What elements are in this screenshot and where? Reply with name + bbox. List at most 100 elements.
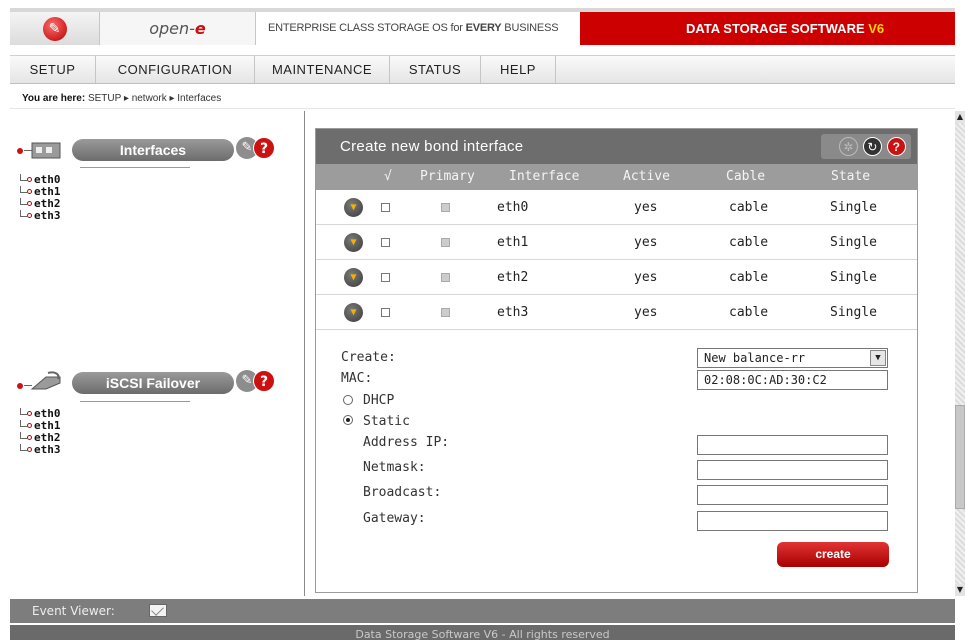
expand-arrow-icon[interactable]: ▼ xyxy=(344,233,363,252)
mac-field[interactable]: 02:08:0C:AD:30:C2 xyxy=(697,370,888,390)
tagline-part: BUSINESS xyxy=(501,22,559,34)
create-select-value: New balance-rr xyxy=(704,351,806,365)
column-header-check: √ xyxy=(384,169,392,184)
tree-item-eth3[interactable]: eth3 xyxy=(18,444,61,456)
cell-active: yes xyxy=(634,235,658,250)
bond-checkbox[interactable] xyxy=(381,203,390,212)
iscsi-failover-icon xyxy=(17,371,61,390)
gateway-field[interactable] xyxy=(697,511,888,531)
event-viewer-label: Event Viewer: xyxy=(32,604,115,618)
page-scrollbar[interactable]: ▲ ▼ xyxy=(955,111,965,596)
breadcrumb-path[interactable]: SETUP ▸ network ▸ Interfaces xyxy=(88,93,221,104)
bond-checkbox[interactable] xyxy=(381,273,390,282)
mac-label: MAC: xyxy=(341,371,373,386)
scroll-up-icon[interactable]: ▲ xyxy=(955,111,965,123)
cell-state: Single xyxy=(830,235,877,250)
cell-cable: cable xyxy=(729,200,769,215)
static-label: Static xyxy=(363,414,410,429)
primary-checkbox[interactable] xyxy=(441,238,450,247)
table-row: ▼ eth1 yes cable Single xyxy=(316,225,917,260)
cell-active: yes xyxy=(634,200,658,215)
help-icon[interactable]: ? xyxy=(253,370,275,392)
gateway-label: Gateway: xyxy=(363,511,426,526)
broadcast-field[interactable] xyxy=(697,485,888,505)
interfaces-tree: eth0 eth1 eth2 eth3 xyxy=(18,174,61,222)
tree-item-label: eth3 xyxy=(34,209,61,222)
create-label: Create: xyxy=(341,350,396,365)
cell-interface: eth0 xyxy=(497,200,529,215)
top-header: ✎ open-e ENTERPRISE CLASS STORAGE OS for… xyxy=(10,8,955,45)
mail-icon[interactable] xyxy=(149,604,167,617)
table-row: ▼ eth2 yes cable Single xyxy=(316,260,917,295)
column-header-primary: Primary xyxy=(420,169,475,184)
bond-form-panel: Create new bond interface ✲ ↻ ? √ Primar… xyxy=(315,128,918,593)
netmask-field[interactable] xyxy=(697,460,888,480)
refresh-icon[interactable]: ↻ xyxy=(863,137,882,156)
logo-cell: ✎ xyxy=(10,12,100,45)
footer: Data Storage Software V6 - All rights re… xyxy=(10,625,955,640)
expand-arrow-icon[interactable]: ▼ xyxy=(344,198,363,217)
primary-checkbox[interactable] xyxy=(441,273,450,282)
cell-cable: cable xyxy=(729,270,769,285)
menu-configuration[interactable]: CONFIGURATION xyxy=(96,56,255,83)
dhcp-label: DHCP xyxy=(363,393,395,408)
interfaces-panel-title[interactable]: Interfaces xyxy=(72,139,234,161)
expand-arrow-icon[interactable]: ▼ xyxy=(344,303,363,322)
interfaces-panel-header: Interfaces ✎ ? xyxy=(10,134,304,164)
tree-item-eth3[interactable]: eth3 xyxy=(18,210,61,222)
panel-title: Create new bond interface xyxy=(340,138,524,155)
address-ip-field[interactable] xyxy=(697,435,888,455)
settings-icon[interactable]: ✲ xyxy=(839,137,858,156)
help-icon[interactable]: ? xyxy=(253,137,275,159)
broadcast-label: Broadcast: xyxy=(363,485,442,500)
cell-interface: eth3 xyxy=(497,305,529,320)
address-ip-label: Address IP: xyxy=(363,435,450,450)
menu-maintenance[interactable]: MAINTENANCE xyxy=(255,56,390,83)
tagline-emphasis: EVERY xyxy=(465,22,502,34)
version-label: V6 xyxy=(868,21,885,36)
app-window: ✎ open-e ENTERPRISE CLASS STORAGE OS for… xyxy=(0,0,965,640)
cell-cable: cable xyxy=(729,235,769,250)
create-button[interactable]: create xyxy=(777,542,889,567)
scroll-thumb[interactable] xyxy=(955,405,965,509)
tagline-part: ENTERPRISE CLASS STORAGE OS for xyxy=(268,22,466,34)
table-row: ▼ eth3 yes cable Single xyxy=(316,295,917,330)
menu-setup[interactable]: SETUP xyxy=(10,56,96,83)
create-select[interactable]: New balance-rr ▼ xyxy=(697,348,888,368)
main-menu: SETUP CONFIGURATION MAINTENANCE STATUS H… xyxy=(10,55,955,84)
column-header-cable: Cable xyxy=(726,169,766,184)
iscsi-panel-title[interactable]: iSCSI Failover xyxy=(72,372,234,394)
chevron-down-icon[interactable]: ▼ xyxy=(870,350,886,366)
menu-status[interactable]: STATUS xyxy=(390,56,481,83)
brand-prefix: open- xyxy=(149,19,195,38)
column-header-active: Active xyxy=(623,169,670,184)
cell-state: Single xyxy=(830,200,877,215)
cell-state: Single xyxy=(830,305,877,320)
help-icon[interactable]: ? xyxy=(887,137,906,156)
table-row: ▼ eth0 yes cable Single xyxy=(316,190,917,225)
bond-checkbox[interactable] xyxy=(381,308,390,317)
menu-help[interactable]: HELP xyxy=(481,56,556,83)
cell-interface: eth2 xyxy=(497,270,529,285)
panel-buttons: ✎ ? xyxy=(236,137,276,163)
divider xyxy=(80,401,190,402)
tagline: ENTERPRISE CLASS STORAGE OS for EVERY BU… xyxy=(256,12,580,45)
primary-checkbox[interactable] xyxy=(441,308,450,317)
cell-interface: eth1 xyxy=(497,235,529,250)
network-card-icon xyxy=(17,142,61,159)
left-panel: Interfaces ✎ ? eth0 eth1 eth2 eth3 iSCSI… xyxy=(10,111,305,596)
event-viewer-bar: Event Viewer: xyxy=(10,599,955,623)
bond-checkbox[interactable] xyxy=(381,238,390,247)
primary-checkbox[interactable] xyxy=(441,203,450,212)
static-radio[interactable] xyxy=(343,415,353,425)
scroll-down-icon[interactable]: ▼ xyxy=(955,584,965,596)
iscsi-panel-header: iSCSI Failover ✎ ? xyxy=(10,367,304,397)
cell-active: yes xyxy=(634,270,658,285)
expand-arrow-icon[interactable]: ▼ xyxy=(344,268,363,287)
product-name: DATA STORAGE SOFTWARE V6 xyxy=(580,12,955,45)
breadcrumb: You are here: SETUP ▸ network ▸ Interfac… xyxy=(10,89,955,109)
wrench-logo-icon: ✎ xyxy=(42,16,67,41)
dhcp-radio[interactable] xyxy=(343,395,353,405)
cell-active: yes xyxy=(634,305,658,320)
cell-state: Single xyxy=(830,270,877,285)
